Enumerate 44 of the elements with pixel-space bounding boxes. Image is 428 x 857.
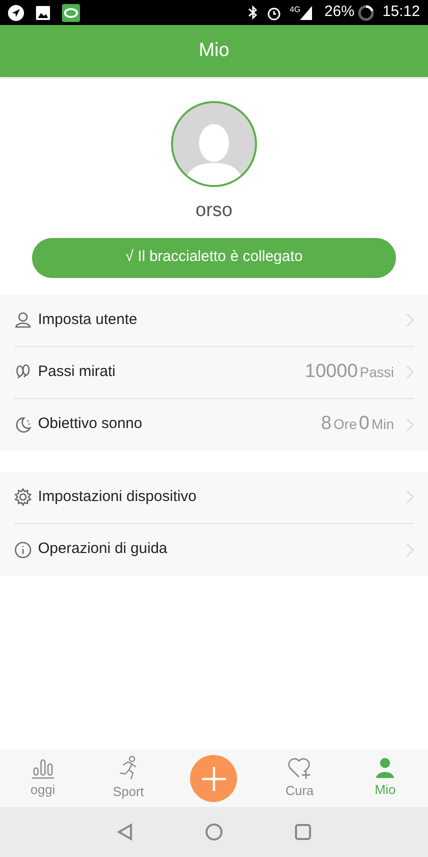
row-label: Impostazioni dispositivo [38, 486, 198, 507]
page-title: Mio [198, 38, 230, 63]
navigation-icon [8, 4, 24, 20]
settings-row[interactable]: Obiettivo sonno 8 Ore 0 Min [14, 398, 414, 450]
moon-icon [14, 416, 32, 434]
home-icon[interactable] [205, 823, 223, 841]
value-unit: Passi [360, 362, 394, 382]
bar-chart-icon [30, 757, 55, 780]
plus-icon [200, 766, 227, 792]
info-icon [14, 540, 32, 558]
heart-plus-icon [286, 756, 313, 780]
bluetooth-icon [248, 5, 258, 20]
battery-icon [358, 4, 374, 20]
chevron-icon [406, 313, 414, 327]
app-icon [62, 4, 80, 22]
value-unit: Min [371, 415, 394, 434]
gear-icon [14, 488, 32, 506]
image-icon [36, 6, 50, 20]
clock: 15:12 [382, 2, 420, 22]
value-number: 8 [320, 412, 332, 436]
row-label: Obiettivo sonno [38, 414, 144, 434]
chevron-icon [406, 365, 414, 379]
person-icon [374, 757, 396, 780]
value-unit: Ore [334, 415, 357, 434]
battery-level: 26% [324, 2, 354, 22]
person-icon [14, 311, 32, 329]
signal-icon [300, 6, 312, 20]
row-label: Operazioni di guida [38, 539, 168, 560]
chevron-icon [406, 490, 414, 504]
settings-row[interactable]: Passi mirati 10000 Passi [14, 346, 414, 398]
value-number: 0 [358, 412, 370, 436]
footprints-icon [14, 363, 32, 381]
value-number: 10000 [304, 360, 358, 384]
settings-row[interactable]: Operazioni di guida [14, 524, 414, 576]
user-name: orso [196, 199, 232, 223]
chevron-icon [406, 418, 414, 432]
row-label: Imposta utente [38, 310, 138, 330]
recents-icon[interactable] [295, 824, 311, 840]
network-type: 4G [290, 4, 300, 16]
back-icon[interactable] [117, 823, 133, 841]
row-label: Passi mirati [38, 362, 117, 382]
chevron-icon [406, 542, 414, 556]
settings-row[interactable]: Imposta utente [14, 294, 414, 346]
settings-row[interactable]: Impostazioni dispositivo [14, 472, 414, 524]
